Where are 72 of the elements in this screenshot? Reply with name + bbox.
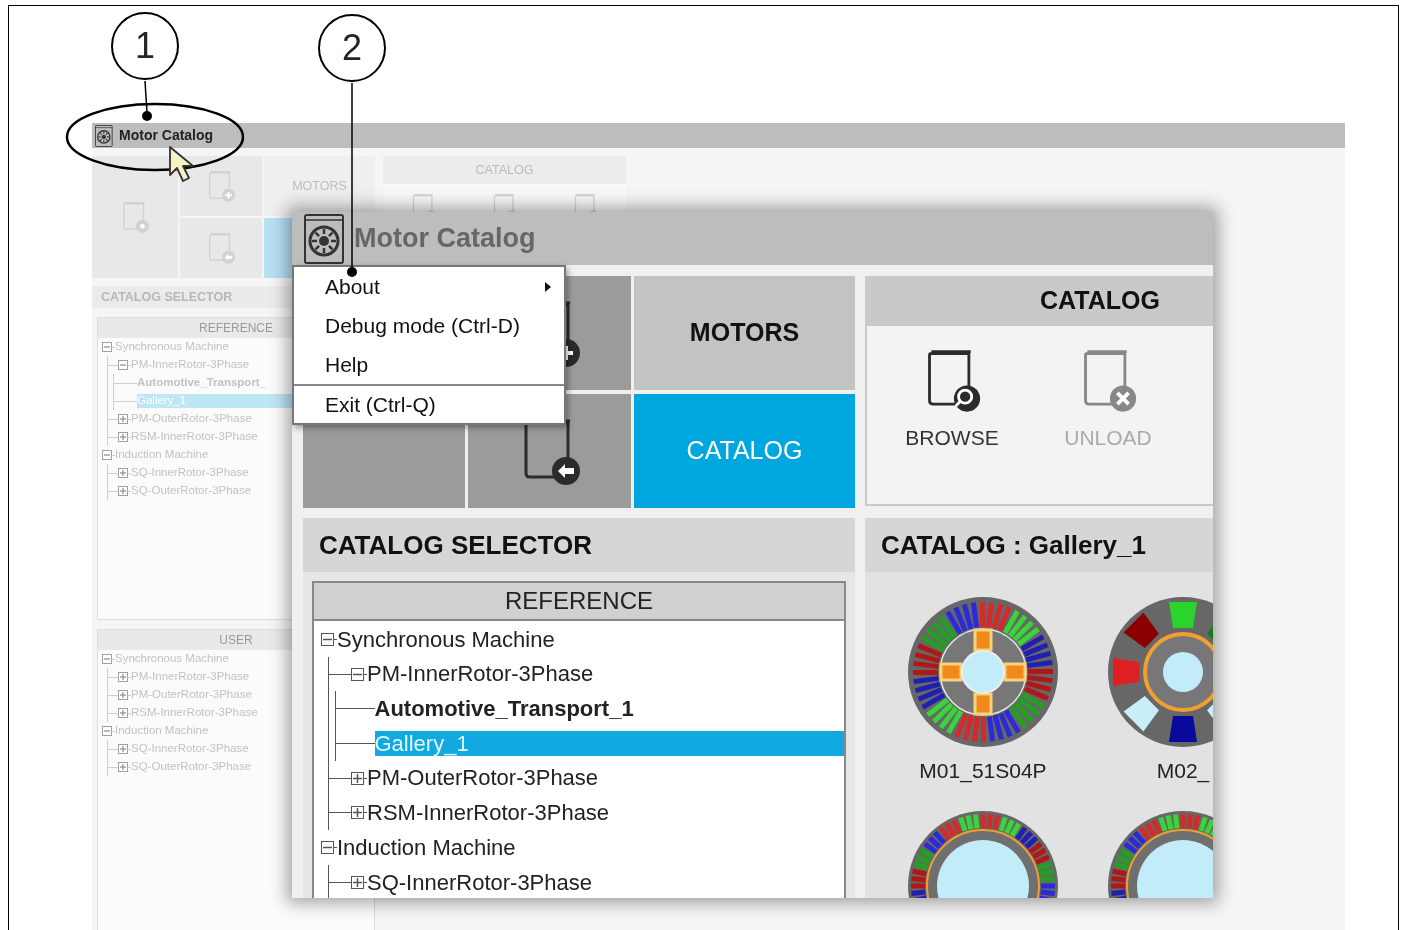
tree-toggle[interactable]: [351, 667, 364, 681]
tree-toggle[interactable]: [102, 450, 112, 460]
tree-item[interactable]: SQ-InnerRotor-3Phase: [131, 742, 249, 756]
tree-toggle[interactable]: [351, 875, 364, 889]
panel-title: CATALOG : Gallery_1: [865, 518, 1213, 572]
tree-item[interactable]: Automotive_Transport_1: [374, 696, 634, 722]
tree-item[interactable]: SQ-InnerRotor-3Phase: [131, 466, 249, 480]
ribbon-button[interactable]: BROWSE: [887, 346, 1017, 504]
tree-item[interactable]: Automotive_Transport_: [137, 376, 267, 390]
tree-item[interactable]: SQ-InnerRotor-3Phase: [367, 869, 592, 895]
tree-item[interactable]: PM-InnerRotor-3Phase: [131, 358, 250, 372]
tree-toggle[interactable]: [118, 360, 128, 370]
menu-item[interactable]: Help: [294, 345, 564, 384]
tree-item[interactable]: Synchronous Machine: [115, 652, 229, 666]
motor-drawing[interactable]: [1108, 597, 1213, 747]
tree-item[interactable]: Gallery_1: [374, 730, 844, 757]
tree-item[interactable]: RSM-InnerRotor-3Phase: [367, 800, 610, 826]
tree-header: REFERENCE: [314, 583, 844, 621]
book-import-icon: [206, 231, 236, 265]
tree-toggle[interactable]: [118, 432, 128, 442]
tree-toggle[interactable]: [351, 771, 364, 785]
tree-toggle[interactable]: [321, 840, 334, 854]
tree-item[interactable]: Induction Machine: [337, 834, 516, 861]
ribbon-tile[interactable]: [92, 156, 178, 278]
callout-number: 2: [318, 14, 386, 82]
tree-item[interactable]: PM-OuterRotor-3Phase: [131, 688, 252, 702]
ribbon-tile[interactable]: [180, 156, 262, 216]
tree-toggle[interactable]: [118, 762, 128, 772]
tree-item[interactable]: PM-OuterRotor-3Phase: [131, 412, 252, 426]
tree-toggle[interactable]: [118, 486, 128, 496]
menu-item[interactable]: Debug mode (Ctrl-D): [294, 306, 564, 345]
motor-name: M01_51S04P: [919, 758, 1047, 785]
tree-toggle[interactable]: [118, 414, 128, 424]
window-title: Motor Catalog: [354, 222, 536, 256]
tree-toggle[interactable]: [118, 744, 128, 754]
tree-toggle[interactable]: [102, 726, 112, 736]
motor-name: M02_: [1156, 758, 1210, 785]
group-title: CATALOG: [865, 276, 1213, 326]
tree-item[interactable]: RSM-InnerRotor-3Phase: [131, 706, 258, 720]
book-icon: [120, 200, 150, 234]
tree-toggle[interactable]: [102, 342, 112, 352]
window-title: Motor Catalog: [119, 126, 214, 145]
tree-toggle[interactable]: [351, 806, 364, 820]
motor-catalog-icon: [95, 124, 113, 147]
book-add-icon: [206, 169, 236, 203]
motor-drawing[interactable]: [908, 597, 1058, 747]
callout-number: 1: [111, 12, 179, 80]
tree-toggle[interactable]: [118, 690, 128, 700]
mouse-pointer-icon: [168, 145, 196, 185]
motor-catalog-icon: [304, 213, 344, 264]
ribbon-tab[interactable]: CATALOG: [634, 394, 855, 508]
ribbon-tile[interactable]: [180, 218, 262, 278]
ribbon-tab[interactable]: MOTORS: [634, 276, 855, 390]
tree-item[interactable]: PM-InnerRotor-3Phase: [131, 670, 250, 684]
tree-item[interactable]: Induction Machine: [115, 724, 209, 738]
tree-toggle[interactable]: [118, 672, 128, 682]
tree-item[interactable]: RSM-InnerRotor-3Phase: [131, 430, 258, 444]
panel-title: CATALOG SELECTOR: [303, 518, 855, 572]
tree-toggle[interactable]: [321, 632, 334, 646]
menu-item[interactable]: About: [294, 267, 564, 306]
tree-item[interactable]: PM-InnerRotor-3Phase: [367, 661, 594, 687]
tree-item[interactable]: SQ-OuterRotor-3Phase: [131, 760, 252, 774]
tree-toggle[interactable]: [118, 468, 128, 478]
tree-toggle[interactable]: [118, 708, 128, 718]
tree-item[interactable]: Synchronous Machine: [115, 340, 229, 354]
submenu-arrow-icon: [544, 280, 552, 293]
tree-item[interactable]: Induction Machine: [115, 448, 209, 462]
tree-item[interactable]: PM-OuterRotor-3Phase: [367, 765, 599, 791]
leader-line: [142, 80, 152, 121]
menu-item[interactable]: Exit (Ctrl-Q): [294, 384, 564, 423]
tree-item[interactable]: SQ-OuterRotor-3Phase: [131, 484, 252, 498]
tree-toggle[interactable]: [102, 654, 112, 664]
